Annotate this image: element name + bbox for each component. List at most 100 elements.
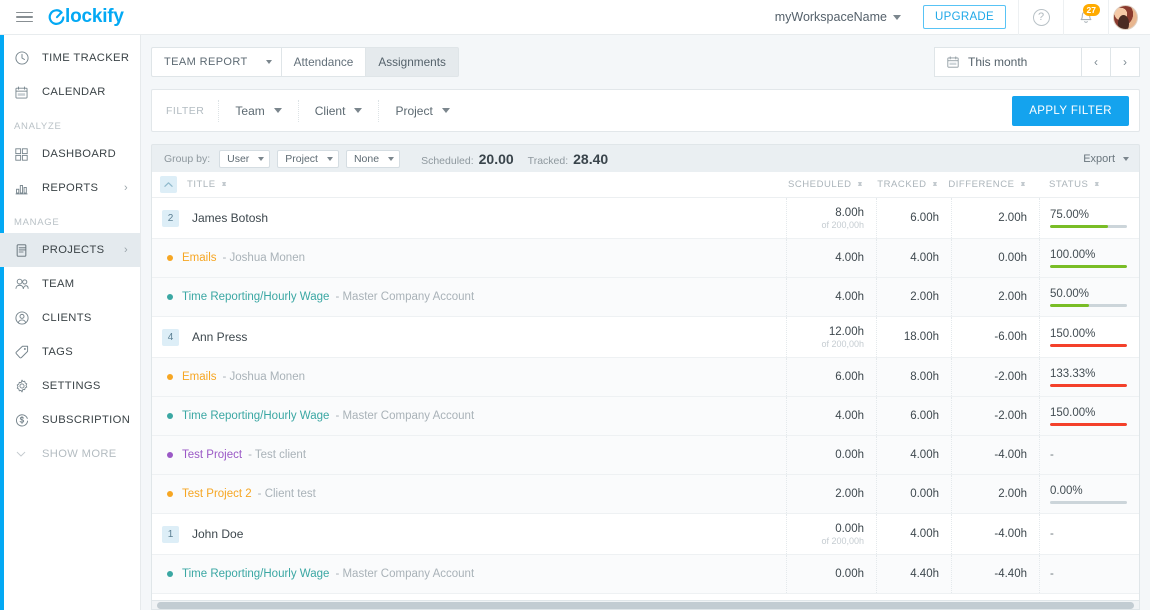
group-by-label: Group by: (164, 152, 211, 165)
assignments-table: TITLE ▲ ▼ SCHEDULED ▲ ▼ TRACKED ▲ ▼ DIFFE (151, 172, 1140, 601)
client-name: - Master Company Account (335, 291, 475, 303)
project-name[interactable]: Time Reporting/Hourly Wage (182, 410, 329, 422)
horizontal-scrollbar[interactable] (151, 601, 1140, 610)
export-button[interactable]: Export (1083, 153, 1129, 165)
table-row[interactable]: Test Project 2 - Client test 2.00h 0.00h 2.0… (152, 475, 1139, 514)
cell-scheduled: 0.00h of 200,00h (786, 514, 876, 554)
table-row[interactable]: 4 Ann Press 12.00h of 200,00h 18.00h -6.00h 15… (152, 317, 1139, 358)
table-row[interactable]: 1 John Doe 0.00h of 200,00h 4.00h -4.00h - (152, 514, 1139, 555)
column-header-title[interactable]: TITLE ▲ ▼ (187, 179, 786, 190)
date-next-button[interactable]: › (1111, 47, 1140, 77)
project-name[interactable]: Time Reporting/Hourly Wage (182, 568, 329, 580)
sidebar-show-more[interactable]: SHOW MORE (0, 437, 140, 471)
workspace-name: myWorkspaceName (774, 10, 888, 24)
column-header-scheduled[interactable]: SCHEDULED ▲ ▼ (786, 179, 876, 190)
filter-project[interactable]: Project (378, 99, 465, 122)
clockify-logo: lockify (48, 6, 124, 28)
sidebar-item-clients[interactable]: CLIENTS (0, 301, 140, 335)
group-by-value-3: None (353, 152, 380, 165)
top-bar-right: myWorkspaceName UPGRADE ? 27 (765, 0, 1150, 35)
cell-difference: -2.00h (951, 397, 1039, 435)
collapse-all-button[interactable] (160, 176, 177, 193)
filter-team[interactable]: Team (218, 99, 297, 122)
cell-title: Emails - Joshua Monen (152, 252, 786, 264)
table-row[interactable]: Time Reporting/Hourly Wage - Master Compa… (152, 397, 1139, 436)
notifications-button[interactable]: 27 (1064, 0, 1108, 35)
client-name: - Test client (248, 449, 307, 461)
chevron-down-icon (14, 447, 42, 461)
status-value: 50.00% (1050, 287, 1090, 300)
report-panel: Group by: User Project None Scheduled: 2… (151, 144, 1140, 610)
status-value: 133.33% (1050, 367, 1096, 380)
help-button[interactable]: ? (1019, 0, 1063, 35)
filter-bar: FILTER Team Client Project APPLY FILTER (151, 89, 1140, 132)
hamburger-icon[interactable] (0, 11, 48, 23)
tab-team-report[interactable]: TEAM REPORT (151, 47, 281, 77)
table-row[interactable]: Time Reporting/Hourly Wage - Master Compa… (152, 278, 1139, 317)
client-name: - Master Company Account (335, 568, 475, 580)
sidebar-item-calendar[interactable]: CALENDAR (0, 75, 140, 109)
upgrade-button[interactable]: UPGRADE (923, 5, 1006, 29)
group-by-select-3[interactable]: None (345, 149, 401, 168)
tracked-value: 8.00h (910, 371, 939, 383)
cell-status: 100.00% (1039, 239, 1139, 277)
group-by-select-1[interactable]: User (219, 149, 271, 168)
sidebar-item-team[interactable]: TEAM (0, 267, 140, 301)
table-header-row: TITLE ▲ ▼ SCHEDULED ▲ ▼ TRACKED ▲ ▼ DIFFE (152, 172, 1139, 198)
export-label: Export (1083, 152, 1115, 165)
filter-label: FILTER (166, 104, 205, 117)
project-color-dot (167, 413, 173, 419)
date-prev-button[interactable]: ‹ (1082, 47, 1111, 77)
difference-value: 2.00h (998, 291, 1027, 303)
sidebar-item-time-tracker[interactable]: TIME TRACKER (0, 41, 140, 75)
group-by-select-2[interactable]: Project (277, 149, 339, 168)
sidebar-item-projects[interactable]: PROJECTS › (0, 233, 140, 267)
table-row[interactable]: Emails - Joshua Monen 6.00h 8.00h -2.00h 133.… (152, 358, 1139, 397)
sidebar-item-settings[interactable]: SETTINGS (0, 369, 140, 403)
project-name[interactable]: Emails (182, 371, 217, 383)
tag-icon (14, 344, 42, 360)
tab-attendance[interactable]: Attendance (280, 47, 366, 77)
avatar[interactable] (1113, 4, 1138, 30)
column-label-tracked: TRACKED (877, 179, 927, 190)
workspace-selector[interactable]: myWorkspaceName (765, 10, 911, 24)
apply-filter-button[interactable]: APPLY FILTER (1012, 95, 1129, 126)
app-root: lockify myWorkspaceName UPGRADE ? 27 TIM… (0, 0, 1150, 610)
dollar-refresh-icon (14, 412, 42, 428)
difference-value: 0.00h (998, 252, 1027, 264)
sidebar-item-tags[interactable]: TAGS (0, 335, 140, 369)
column-header-tracked[interactable]: TRACKED ▲ ▼ (876, 179, 951, 190)
chevron-down-icon (265, 60, 272, 64)
sidebar-item-reports[interactable]: REPORTS › (0, 171, 140, 205)
tab-assignments[interactable]: Assignments (365, 47, 459, 77)
table-row[interactable]: Emails - Joshua Monen 4.00h 4.00h 0.00h 100.0… (152, 239, 1139, 278)
sidebar-item-subscription[interactable]: SUBSCRIPTION (0, 403, 140, 437)
client-person-icon (14, 310, 42, 326)
table-row[interactable]: 2 James Botosh 8.00h of 200,00h 6.00h 2.00h 75… (152, 198, 1139, 239)
group-by-bar: Group by: User Project None Scheduled: 2… (151, 144, 1140, 172)
document-icon (14, 243, 42, 258)
project-name[interactable]: Time Reporting/Hourly Wage (182, 291, 329, 303)
calendar-icon (14, 85, 42, 100)
column-header-difference[interactable]: DIFFERENCE ▲ ▼ (948, 179, 1039, 190)
difference-value: -2.00h (994, 410, 1027, 422)
project-name[interactable]: Test Project 2 (182, 488, 252, 500)
cell-difference: 0.00h (951, 239, 1039, 277)
cell-difference: 2.00h (951, 475, 1039, 513)
chevron-down-icon (441, 108, 450, 113)
sidebar-item-dashboard[interactable]: DASHBOARD (0, 137, 140, 171)
project-name[interactable]: Test Project (182, 449, 242, 461)
group-by-value-1: User (227, 152, 250, 165)
column-header-status[interactable]: STATUS ▲ ▼ (1039, 179, 1139, 190)
table-row[interactable]: Test Project - Test client 0.00h 4.00h -4.00… (152, 436, 1139, 475)
cell-difference: -4.40h (951, 555, 1039, 593)
project-name[interactable]: Emails (182, 252, 217, 264)
tracked-value: 4.00h (910, 528, 939, 540)
group-by-value-2: Project (285, 152, 318, 165)
table-row[interactable]: Time Reporting/Hourly Wage - Master Compa… (152, 555, 1139, 594)
tab-label: TEAM REPORT (164, 56, 248, 68)
difference-value: 2.00h (998, 488, 1027, 500)
filter-client[interactable]: Client (297, 99, 379, 122)
date-range-value[interactable]: This month (934, 47, 1082, 77)
status-progress-bar (1050, 500, 1127, 504)
